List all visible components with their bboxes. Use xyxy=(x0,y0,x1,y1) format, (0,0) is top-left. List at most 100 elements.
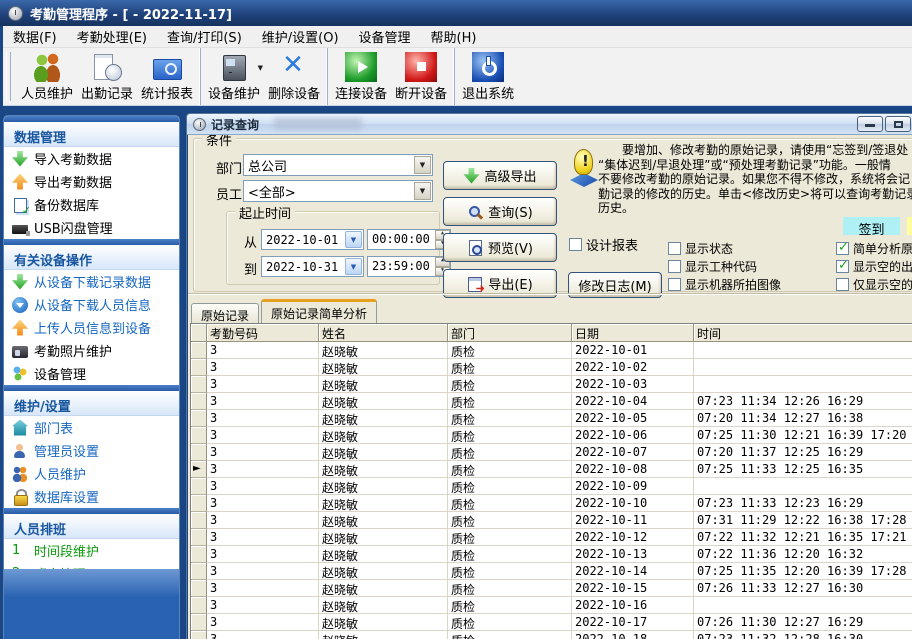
table-row[interactable]: 3 赵晓敏 质检 2022-10-05 07:20 11:34 12:27 16… xyxy=(191,410,912,427)
to-date-arrow-icon[interactable]: ▼ xyxy=(345,258,362,275)
dept-select[interactable]: 总公司 ▼ xyxy=(243,154,433,176)
sidebar-section-header[interactable]: 人员排班 xyxy=(4,514,179,539)
emp-dropdown-arrow-icon[interactable]: ▼ xyxy=(414,182,431,200)
sidebar-item[interactable]: 管理员设置 xyxy=(4,439,179,462)
table-row[interactable]: 3 赵晓敏 质检 2022-10-01 xyxy=(191,342,912,359)
row-selector-cell[interactable] xyxy=(191,529,207,546)
row-selector-cell[interactable] xyxy=(191,512,207,529)
menu-item[interactable]: 维护/设置(O) xyxy=(252,25,349,48)
advanced-export-button[interactable]: 高级导出 xyxy=(443,161,557,190)
to-date-picker[interactable]: 2022-10-31 ▼ xyxy=(261,256,364,277)
dropdown-arrow-icon[interactable]: ▼ xyxy=(258,64,263,72)
minimize-button[interactable] xyxy=(857,116,883,132)
table-row[interactable]: 3 赵晓敏 质检 2022-10-16 xyxy=(191,597,912,614)
row-selector-cell[interactable] xyxy=(191,478,207,495)
table-row[interactable]: 3 赵晓敏 质检 2022-10-08 07:25 11:33 12:25 16… xyxy=(191,461,912,478)
row-selector-cell[interactable] xyxy=(191,546,207,563)
preview-button[interactable]: 预览(V) xyxy=(443,233,557,262)
toolbar-button[interactable]: ▼ 设备维护 xyxy=(204,48,264,105)
table-row[interactable]: 3 赵晓敏 质检 2022-10-12 07:22 11:32 12:21 16… xyxy=(191,529,912,546)
display-option-row[interactable]: 显示工种代码 xyxy=(668,257,833,275)
toolbar-button[interactable]: ▼ 出勤记录 xyxy=(77,48,137,105)
sidebar-item[interactable]: 时间段维护 xyxy=(4,539,179,562)
query-window-titlebar[interactable]: 记录查询 ✕ xyxy=(187,114,912,135)
table-row[interactable]: 3 赵晓敏 质检 2022-10-18 07:23 11:32 12:28 16… xyxy=(191,631,912,639)
maximize-button[interactable] xyxy=(885,116,911,132)
row-selector-cell[interactable] xyxy=(191,342,207,359)
sidebar-item[interactable]: 从设备下载记录数据 xyxy=(4,270,179,293)
row-selector-cell[interactable] xyxy=(191,580,207,597)
table-row[interactable]: 3 赵晓敏 质检 2022-10-06 07:25 11:30 12:21 16… xyxy=(191,427,912,444)
sidebar-item[interactable]: 人员维护 xyxy=(4,462,179,485)
sidebar-item[interactable]: 从设备下载人员信息 xyxy=(4,293,179,316)
sidebar-item[interactable]: 部门表 xyxy=(4,416,179,439)
table-row[interactable]: 3 赵晓敏 质检 2022-10-15 07:26 11:33 12:27 16… xyxy=(191,580,912,597)
sidebar-item[interactable]: 导入考勤数据 xyxy=(4,147,179,170)
sidebar-section-header[interactable]: 维护/设置 xyxy=(4,391,179,416)
table-row[interactable]: 3 赵晓敏 质检 2022-10-13 07:22 11:36 12:20 16… xyxy=(191,546,912,563)
query-button[interactable]: 查询(S) xyxy=(443,197,557,226)
menu-item[interactable]: 查询/打印(S) xyxy=(157,25,252,48)
menu-item[interactable]: 数据(F) xyxy=(3,25,67,48)
table-row[interactable]: 3 赵晓敏 质检 2022-10-03 xyxy=(191,376,912,393)
sidebar-item[interactable]: 上传人员信息到设备 xyxy=(4,316,179,339)
row-selector-cell[interactable] xyxy=(191,614,207,631)
column-header[interactable]: 日期 xyxy=(572,324,694,342)
from-date-arrow-icon[interactable]: ▼ xyxy=(345,231,362,248)
display-option-checkbox[interactable] xyxy=(836,240,849,255)
display-option-checkbox[interactable] xyxy=(668,277,681,291)
display-option-checkbox[interactable] xyxy=(668,259,681,273)
display-option-row[interactable]: 仅显示空的出 xyxy=(836,275,912,293)
to-time-spinner[interactable]: 23:59:00 ▲ ▼ xyxy=(367,256,451,277)
row-selector-cell[interactable] xyxy=(191,393,207,410)
sidebar-section-header[interactable]: 数据管理 xyxy=(4,122,179,147)
row-selector-cell[interactable] xyxy=(191,410,207,427)
toolbar-button[interactable]: ▼ 删除设备 xyxy=(264,48,324,105)
row-selector-cell[interactable] xyxy=(191,359,207,376)
menu-item[interactable]: 考勤处理(E) xyxy=(67,25,157,48)
row-selector-cell[interactable] xyxy=(191,444,207,461)
tab[interactable]: 原始记录 xyxy=(191,303,260,323)
table-row[interactable]: 3 赵晓敏 质检 2022-10-14 07:25 11:35 12:20 16… xyxy=(191,563,912,580)
row-selector-cell[interactable] xyxy=(191,376,207,393)
column-header[interactable]: 考勤号码 xyxy=(207,324,319,342)
tab[interactable]: 原始记录简单分析 xyxy=(261,299,378,323)
table-row[interactable]: 3 赵晓敏 质检 2022-10-11 07:31 11:29 12:22 16… xyxy=(191,512,912,529)
display-option-row[interactable]: 简单分析原始 xyxy=(836,239,912,257)
display-option-checkbox[interactable] xyxy=(668,241,681,255)
row-selector-cell[interactable] xyxy=(191,597,207,614)
row-selector-cell[interactable] xyxy=(191,495,207,512)
table-row[interactable]: 3 赵晓敏 质检 2022-10-04 07:23 11:34 12:26 16… xyxy=(191,393,912,410)
menu-item[interactable]: 设备管理 xyxy=(349,25,421,48)
table-row[interactable]: 3 赵晓敏 质检 2022-10-09 xyxy=(191,478,912,495)
sidebar-item[interactable]: 数据库设置 xyxy=(4,485,179,508)
sidebar-item[interactable]: USB闪盘管理 xyxy=(4,216,179,239)
toolbar-button[interactable]: ▼ 统计报表 xyxy=(137,48,197,105)
toolbar-button[interactable]: ▼ 人员维护 xyxy=(17,48,77,105)
row-selector-cell[interactable] xyxy=(191,631,207,639)
column-header[interactable]: 时间 xyxy=(694,324,912,342)
table-row[interactable]: 3 赵晓敏 质检 2022-10-17 07:26 11:30 12:27 16… xyxy=(191,614,912,631)
column-header[interactable]: 姓名 xyxy=(319,324,448,342)
emp-select[interactable]: <全部> ▼ xyxy=(243,180,433,202)
toolbar-button[interactable]: ▼ 断开设备 xyxy=(391,48,451,105)
dept-dropdown-arrow-icon[interactable]: ▼ xyxy=(414,156,431,174)
toolbar-grip[interactable] xyxy=(6,52,11,101)
toolbar-button[interactable]: ▼ 连接设备 xyxy=(331,48,391,105)
row-selector-cell[interactable] xyxy=(191,563,207,580)
sidebar-item[interactable]: 备份数据库 xyxy=(4,193,179,217)
display-option-checkbox[interactable] xyxy=(836,277,849,291)
table-row[interactable]: 3 赵晓敏 质检 2022-10-10 07:23 11:33 12:23 16… xyxy=(191,495,912,512)
from-time-spinner[interactable]: 00:00:00 ▲▼ xyxy=(367,229,451,250)
display-option-checkbox[interactable] xyxy=(836,258,849,273)
display-option-row[interactable]: 显示状态 xyxy=(668,239,833,257)
design-report-checkbox-row[interactable]: 设计报表 xyxy=(569,235,638,254)
toolbar-button[interactable]: ▼ 退出系统 xyxy=(458,48,518,105)
sidebar-item[interactable]: 导出考勤数据 xyxy=(4,170,179,193)
display-option-row[interactable]: 显示空的出勤 xyxy=(836,257,912,275)
sidebar-item[interactable]: 设备管理 xyxy=(4,362,179,385)
row-selector-cell[interactable] xyxy=(191,461,207,478)
sidebar-item[interactable]: 考勤照片维护 xyxy=(4,339,179,362)
column-header[interactable]: 部门 xyxy=(448,324,572,342)
design-report-checkbox[interactable] xyxy=(569,238,582,251)
